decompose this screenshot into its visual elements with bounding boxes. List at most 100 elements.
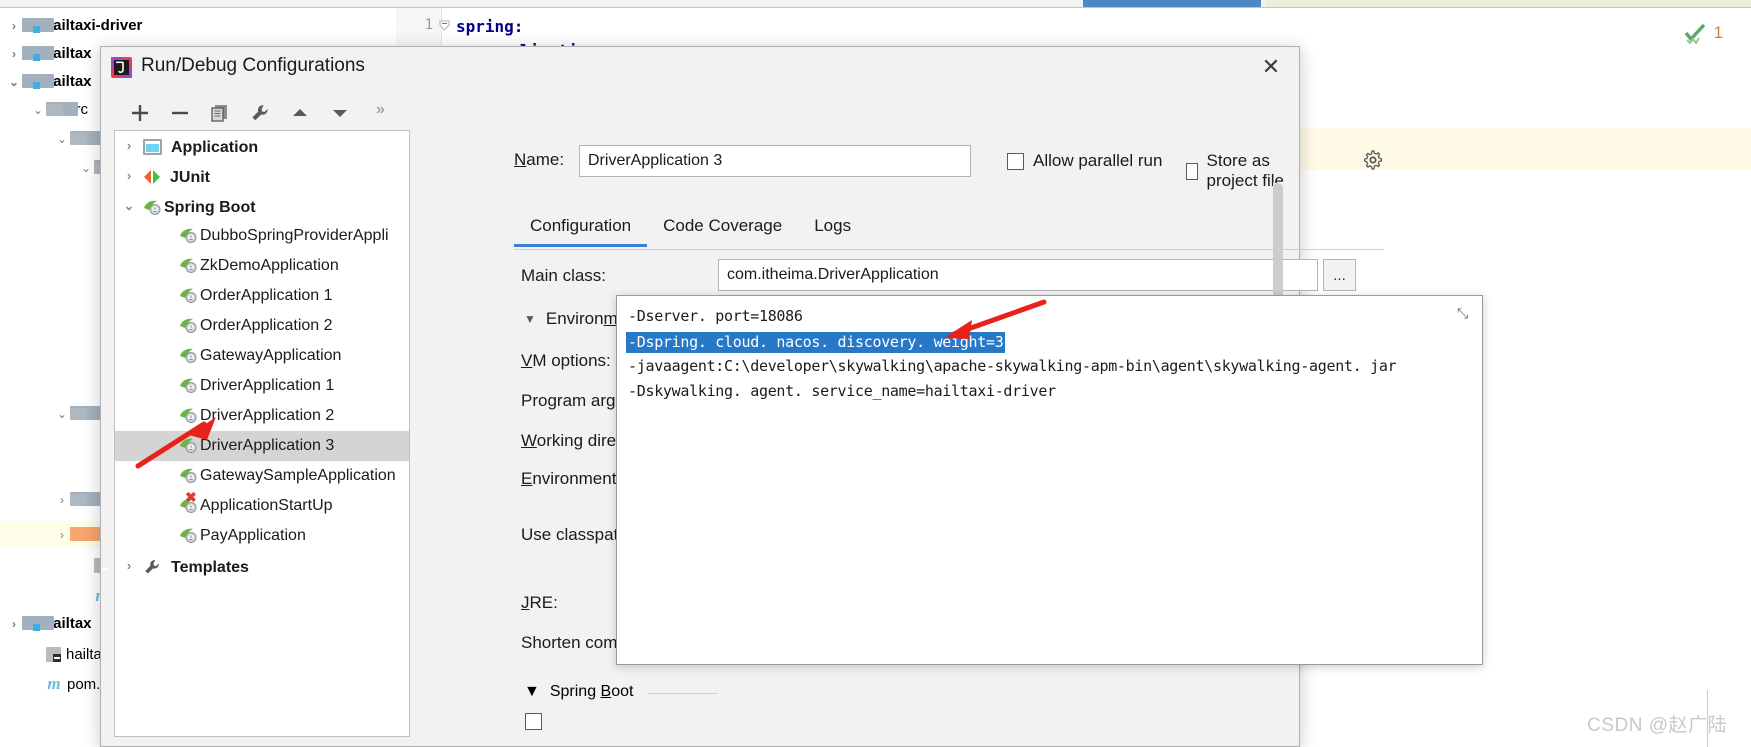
file-icon [46,647,61,662]
configuration-tree-item-label: DriverApplication 3 [200,437,335,454]
vm-option-line[interactable]: -Dskywalking. agent. service_name=hailta… [628,382,1056,400]
spring-boot-icon [143,196,162,215]
expand-icon[interactable]: ⤡ [1457,305,1473,321]
chevron-down-icon[interactable]: ⌄ [78,155,94,182]
configurations-tree[interactable]: › Application › JUnit ⌄ Spring Boot DubboSprin… [114,130,410,737]
move-up-button[interactable] [287,100,313,126]
configuration-tree-item[interactable]: PayApplication [115,521,409,551]
inspection-status-widget[interactable]: 1 [1683,22,1723,44]
editor-tab-secondary [1265,0,1751,7]
chevron-down-icon[interactable]: ⌄ [30,97,46,124]
configuration-tree-item[interactable]: GatewayApplication [115,341,409,371]
spring-boot-icon [179,404,198,423]
name-input[interactable] [579,145,971,177]
chevron-down-icon[interactable]: ⌄ [54,126,70,153]
folder-module-icon [22,18,54,33]
edit-templates-button[interactable] [247,100,273,126]
configuration-tree-item-label: JUnit [170,169,210,186]
folder-module-icon [22,46,54,61]
junit-icon [143,166,161,184]
folder-icon [70,131,102,145]
spring-boot-icon [179,464,198,483]
configuration-tree-item[interactable]: DriverApplication 2 [115,401,409,431]
vm-options-label: VM options: [521,351,611,370]
jre-label: JRE: [521,593,558,612]
vm-option-line[interactable]: -Dspring. cloud. nacos. discovery. weigh… [626,332,1006,353]
configuration-tree-item[interactable]: › JUnit [115,161,409,191]
vm-option-line[interactable]: -javaagent:C:\developer\skywalking\apach… [628,357,1397,375]
vm-option-line[interactable]: -Dserver. port=18086 [628,307,803,325]
csdn-watermark: CSDN @赵广陆 [1587,715,1727,736]
add-configuration-button[interactable] [127,100,153,126]
configuration-tree-item-label: GatewaySampleApplication [200,467,396,484]
chevron-down-icon[interactable]: ⌄ [115,191,143,221]
spring-boot-section-header[interactable]: ▼ Spring Boot [524,683,633,701]
project-tree-row[interactable]: › hailtaxi-driver [0,12,396,39]
configuration-tree-item-label: Templates [171,559,249,576]
spring-boot-icon [179,284,198,303]
configuration-tree-item-label: PayApplication [200,527,306,544]
configuration-tree-item[interactable]: ✖ ApplicationStartUp [115,490,409,521]
configuration-tree-item[interactable]: ZkDemoApplication [115,251,409,281]
spring-boot-error-icon: ✖ [179,490,198,513]
remove-configuration-button[interactable] [167,100,193,126]
chevron-down-icon[interactable]: ⌄ [6,69,22,96]
tab-configuration[interactable]: Configuration [514,212,648,247]
spring-boot-option-checkbox[interactable] [525,713,542,730]
folder-module-icon [22,74,54,89]
chevron-right-icon[interactable]: › [6,611,22,638]
chevron-down-icon[interactable]: ⌄ [54,401,70,428]
tab-logs[interactable]: Logs [798,212,867,246]
templates-icon [143,556,162,574]
store-as-project-file-label: Store as project file [1206,151,1285,190]
chevron-right-icon[interactable]: › [115,161,143,191]
chevron-right-icon[interactable]: › [54,487,70,514]
project-tree-row-label: hailtaxi-driver [44,17,143,34]
configuration-tree-item[interactable]: › Application [115,131,409,161]
configuration-tree-item-label: ApplicationStartUp [200,497,333,514]
checkbox-box [1007,152,1024,170]
tab-code-coverage[interactable]: Code Coverage [647,212,798,246]
main-class-browse-button[interactable]: ... [1323,259,1356,291]
main-class-input[interactable] [718,259,1318,291]
allow-parallel-run-checkbox[interactable]: Allow parallel run [1007,151,1162,171]
chevron-right-icon[interactable]: › [6,41,22,68]
configurations-toolbar [113,93,403,133]
move-down-button[interactable] [327,100,353,126]
folder-icon [70,406,102,420]
configuration-tree-item[interactable]: › Templates [115,551,409,581]
chevron-right-icon[interactable]: › [54,522,70,549]
configuration-tree-item[interactable]: DubboSpringProviderAppli [115,221,409,251]
configuration-tree-item[interactable]: ⌄ Spring Boot [115,191,409,221]
dialog-title: Run/Debug Configurations [141,55,365,76]
application-icon [143,139,162,155]
configuration-tree-item[interactable]: DriverApplication 3 [115,431,409,461]
spring-boot-icon [179,524,198,543]
folder-orange-icon [70,527,102,541]
code-fold-icon[interactable] [439,20,450,31]
gear-icon[interactable] [1363,150,1383,170]
folder-icon [70,492,102,506]
chevron-right-icon[interactable]: › [6,13,22,40]
configuration-tree-item[interactable]: GatewaySampleApplication [115,461,409,491]
configuration-tree-item[interactable]: DriverApplication 1 [115,371,409,401]
folder-module-icon [22,616,54,631]
configuration-tree-item[interactable]: OrderApplication 2 [115,311,409,341]
intellij-idea-icon [111,57,132,78]
configuration-tree-item-label: GatewayApplication [200,347,342,364]
close-icon[interactable]: ✕ [1257,53,1285,81]
spring-boot-section-label: Spring Boot [549,683,634,700]
maven-icon: m [47,674,61,693]
error-badge-icon: ✖ [185,489,197,505]
chevron-right-icon[interactable]: › [115,551,143,581]
configuration-tree-item-label: OrderApplication 1 [200,287,333,304]
vm-options-popup-editor[interactable]: ⤡ -Dserver. port=18086 -Dspring. cloud. n… [616,295,1483,665]
chevron-down-icon: ▼ [524,683,540,700]
copy-configuration-button[interactable] [207,100,233,126]
toolbar-more-button[interactable]: » [376,101,385,119]
inspection-ok-icon [1684,23,1705,44]
configuration-tree-item[interactable]: OrderApplication 1 [115,281,409,311]
chevron-right-icon[interactable]: › [115,131,143,161]
checkbox-box [1186,162,1198,180]
spring-boot-icon [179,254,198,273]
